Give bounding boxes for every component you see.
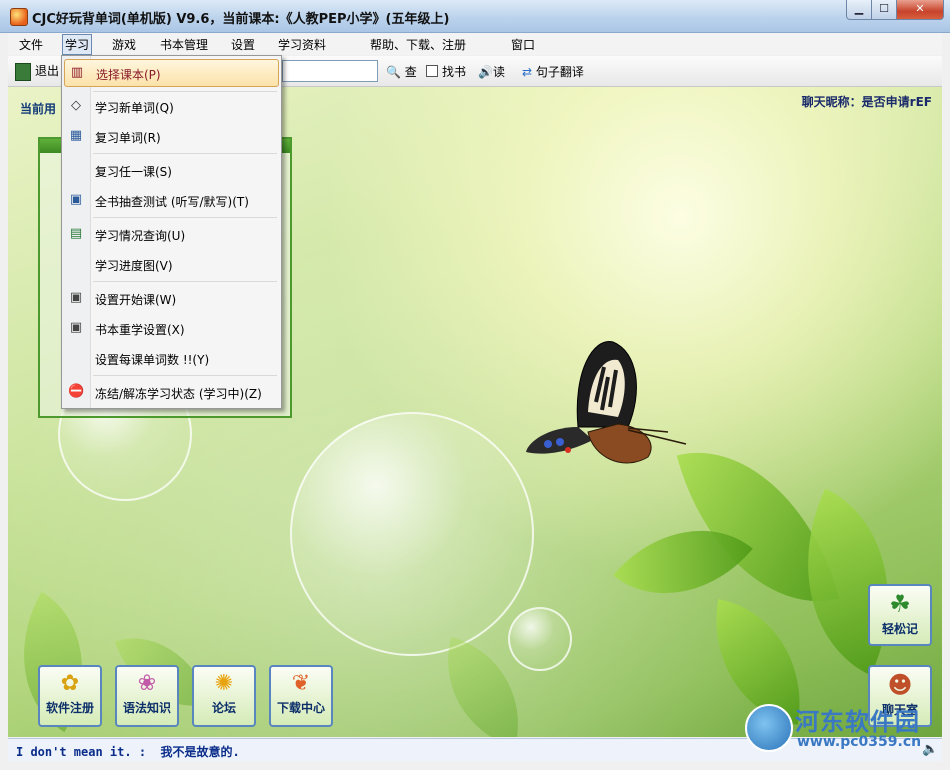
menu-item-label: 设置每课单词数 !!(Y) bbox=[95, 353, 210, 367]
eraser-icon: ◇ bbox=[71, 98, 81, 113]
menu-help-download-register[interactable]: 帮助、下载、注册 bbox=[368, 36, 468, 53]
bubble-decoration bbox=[290, 412, 534, 656]
exit-label: 退出 bbox=[35, 64, 60, 78]
menu-item-label: 学习情况查询(U) bbox=[95, 229, 186, 243]
menu-item-review-any-lesson[interactable]: 复习任一课(S) bbox=[64, 157, 277, 183]
menu-settings[interactable]: 设置 bbox=[229, 36, 257, 53]
download-center-label: 下载中心 bbox=[276, 701, 325, 715]
menu-item-study-status[interactable]: ▤ 学习情况查询(U) bbox=[64, 221, 277, 247]
people-icon: ☻ bbox=[887, 671, 913, 699]
translate-button[interactable]: ⇄ 句子翻译 bbox=[522, 63, 584, 80]
stop-icon: ⛔ bbox=[68, 384, 85, 399]
menu-separator bbox=[93, 91, 277, 92]
menu-item-label: 书本重学设置(X) bbox=[95, 323, 185, 337]
easy-memo-label: 轻松记 bbox=[881, 622, 918, 636]
menu-separator bbox=[93, 217, 277, 218]
menu-item-review-words[interactable]: ▦ 复习单词(R) bbox=[64, 123, 277, 149]
forum-button[interactable]: ✺ 论坛 bbox=[192, 665, 256, 727]
window-icon: ▣ bbox=[69, 320, 83, 335]
chat-nickname[interactable]: 聊天昵称：是否申请rEF bbox=[802, 93, 932, 110]
menu-item-label: 复习任一课(S) bbox=[95, 165, 172, 179]
menu-separator bbox=[93, 375, 277, 376]
read-button[interactable]: 🔊读 bbox=[478, 63, 505, 80]
carrot-icon: ❦ bbox=[291, 671, 311, 696]
forum-label: 论坛 bbox=[211, 701, 236, 715]
menu-separator bbox=[93, 281, 277, 282]
download-center-button[interactable]: ❦ 下载中心 bbox=[269, 665, 333, 727]
find-book-checkbox[interactable]: 找书 bbox=[426, 63, 466, 80]
menu-bar: 文件 学习 游戏 书本管理 设置 学习资料 帮助、下载、注册 窗口 bbox=[8, 33, 942, 55]
watermark-title: 河东软件园 bbox=[795, 708, 920, 736]
menu-item-book-test[interactable]: ▣ 全书抽查测试 (听写/默写)(T) bbox=[64, 187, 277, 213]
menu-item-learn-new-words[interactable]: ◇ 学习新单词(Q) bbox=[64, 93, 277, 119]
clover-icon: ☘ bbox=[889, 590, 911, 618]
butterfly-image bbox=[526, 341, 687, 464]
window-title: CJC好玩背单词(单机版) V9.6，当前课本:《人教PEP小学》(五年级上) bbox=[32, 12, 450, 27]
menu-file[interactable]: 文件 bbox=[17, 36, 45, 53]
watermark-url: www.pc0359.cn bbox=[797, 734, 922, 750]
report-icon: ▤ bbox=[69, 226, 83, 241]
menu-item-progress-chart[interactable]: 学习进度图(V) bbox=[64, 251, 277, 277]
flower-icon: ✿ bbox=[60, 671, 80, 696]
magnifier-icon: 🔍 bbox=[386, 65, 401, 79]
sunflower-icon: ✺ bbox=[214, 671, 234, 696]
menu-window[interactable]: 窗口 bbox=[509, 36, 537, 53]
watermark: 河东软件园 www.pc0359.cn bbox=[745, 702, 945, 754]
menu-item-label: 学习进度图(V) bbox=[95, 259, 173, 273]
menu-item-select-book[interactable]: ▥ 选择课本(P) bbox=[64, 59, 279, 87]
menu-item-label: 选择课本(P) bbox=[96, 68, 161, 82]
menu-item-label: 设置开始课(W) bbox=[95, 293, 177, 307]
easy-memo-button[interactable]: ☘ 轻松记 bbox=[868, 584, 932, 646]
app-icon bbox=[10, 8, 28, 26]
current-label: 当前用 bbox=[20, 102, 57, 116]
maximize-button[interactable]: ☐ bbox=[871, 0, 897, 20]
menu-item-label: 冻结/解冻学习状态 (学习中)(Z) bbox=[95, 387, 262, 401]
grammar-label: 语法知识 bbox=[122, 701, 171, 715]
menu-games[interactable]: 游戏 bbox=[110, 36, 138, 53]
menu-study-materials[interactable]: 学习资料 bbox=[276, 36, 328, 53]
exit-button[interactable]: 退出 bbox=[15, 62, 59, 81]
app-window: CJC好玩背单词(单机版) V9.6，当前课本:《人教PEP小学》(五年级上) … bbox=[0, 0, 950, 770]
swap-arrows-icon: ⇄ bbox=[522, 65, 533, 79]
minimize-button[interactable]: ▁ bbox=[846, 0, 872, 20]
speaker-icon: 🔊 bbox=[478, 65, 493, 79]
query-label: 查 bbox=[404, 65, 417, 79]
menu-item-words-per-lesson[interactable]: 设置每课单词数 !!(Y) bbox=[64, 345, 277, 371]
bubble-decoration bbox=[508, 607, 572, 671]
register-button[interactable]: ✿ 软件注册 bbox=[38, 665, 102, 727]
watermark-logo bbox=[745, 704, 793, 752]
door-icon bbox=[15, 62, 31, 81]
window-icon: ▣ bbox=[69, 290, 83, 305]
menu-item-label: 全书抽查测试 (听写/默写)(T) bbox=[95, 195, 249, 209]
menu-item-freeze-status[interactable]: ⛔ 冻结/解冻学习状态 (学习中)(Z) bbox=[64, 379, 277, 405]
menu-study[interactable]: 学习 bbox=[62, 34, 93, 55]
register-label: 软件注册 bbox=[45, 701, 94, 715]
menu-book-manage[interactable]: 书本管理 bbox=[158, 36, 210, 53]
books-icon: ▥ bbox=[70, 65, 84, 80]
close-button[interactable]: ✕ bbox=[896, 0, 944, 20]
find-book-label: 找书 bbox=[442, 65, 467, 79]
menu-separator bbox=[93, 153, 277, 154]
status-text: I don't mean it. : 我不是故意的. bbox=[16, 745, 240, 759]
menu-item-relearn-settings[interactable]: ▣ 书本重学设置(X) bbox=[64, 315, 277, 341]
translate-label: 句子翻译 bbox=[535, 65, 584, 79]
menu-item-label: 学习新单词(Q) bbox=[95, 101, 174, 115]
checkbox-icon bbox=[426, 65, 438, 77]
read-label: 读 bbox=[492, 65, 505, 79]
grammar-button[interactable]: ❀ 语法知识 bbox=[115, 665, 179, 727]
study-dropdown-menu: ▥ 选择课本(P) ◇ 学习新单词(Q) ▦ 复习单词(R) 复习任一课(S) … bbox=[61, 55, 282, 409]
search-input[interactable] bbox=[282, 60, 378, 82]
query-button[interactable]: 🔍 查 bbox=[386, 63, 417, 80]
butterfly-icon: ❀ bbox=[137, 671, 157, 696]
test-icon: ▣ bbox=[69, 192, 83, 207]
table-icon: ▦ bbox=[69, 128, 83, 143]
menu-item-set-start-lesson[interactable]: ▣ 设置开始课(W) bbox=[64, 285, 277, 311]
title-bar[interactable]: CJC好玩背单词(单机版) V9.6，当前课本:《人教PEP小学》(五年级上) … bbox=[0, 0, 950, 33]
menu-item-label: 复习单词(R) bbox=[95, 131, 161, 145]
